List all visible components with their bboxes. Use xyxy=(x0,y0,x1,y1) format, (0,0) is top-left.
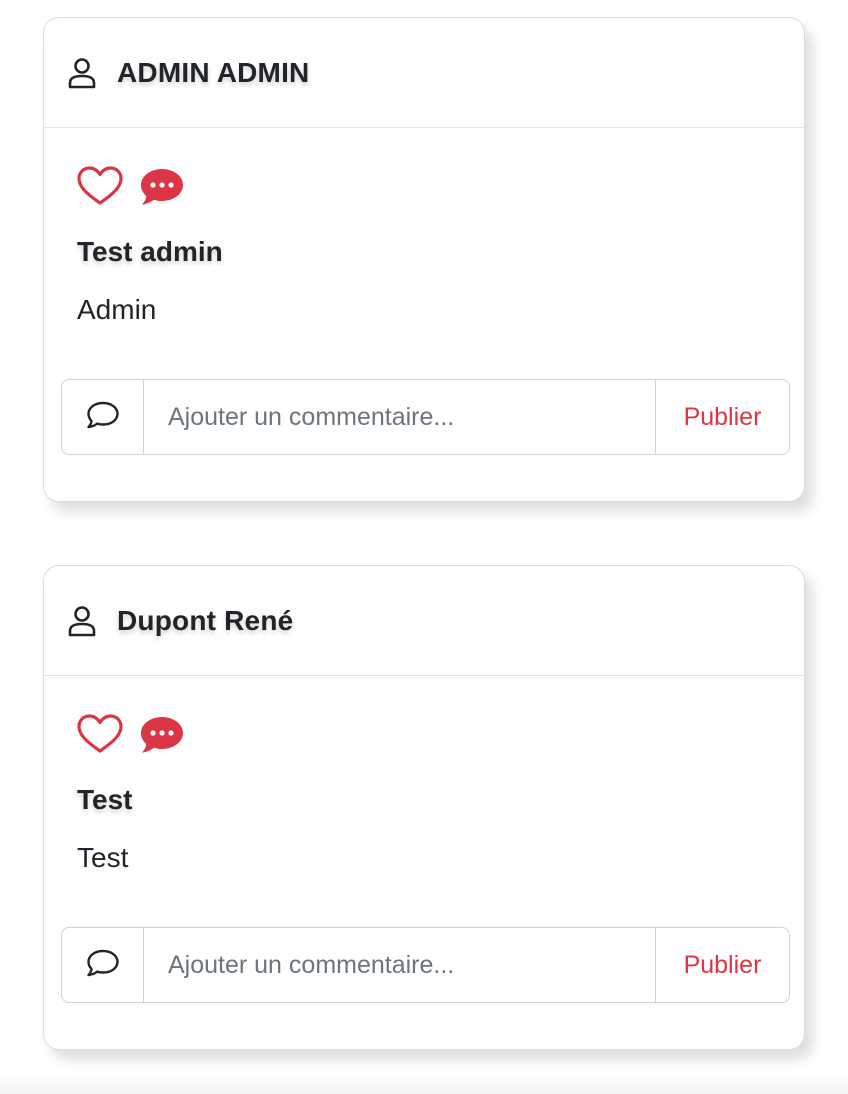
author-name: Dupont René xyxy=(117,604,294,636)
post-header: ADMIN ADMIN xyxy=(44,18,804,128)
post-title: Test admin xyxy=(77,236,223,267)
chat-outline-icon xyxy=(86,948,120,983)
post-text: Test xyxy=(77,842,129,873)
publish-button[interactable]: Publier xyxy=(655,379,790,455)
post-body: Test Test xyxy=(44,676,804,876)
post-card: ADMIN ADMIN Test admin Admin Ajouter un … xyxy=(43,17,805,502)
post-title: Test xyxy=(77,784,133,815)
comment-form: Publier xyxy=(61,379,790,455)
post-header: Dupont René xyxy=(44,566,804,676)
person-icon xyxy=(68,605,96,637)
chat-dots-fill-icon[interactable] xyxy=(139,714,185,754)
author-name: ADMIN ADMIN xyxy=(117,56,310,88)
post-body: Test admin Admin xyxy=(44,128,804,328)
comment-input[interactable] xyxy=(144,927,655,1003)
post-text: Admin xyxy=(77,294,157,325)
page-bottom-edge xyxy=(0,1074,848,1094)
post-actions xyxy=(77,164,772,208)
comment-form: Publier xyxy=(61,927,790,1003)
heart-outline-icon[interactable] xyxy=(77,166,123,206)
person-icon xyxy=(68,57,96,89)
comment-input[interactable] xyxy=(144,379,655,455)
comment-icon-addon xyxy=(61,927,144,1003)
post-actions xyxy=(77,712,772,756)
heart-outline-icon[interactable] xyxy=(77,714,123,754)
chat-outline-icon xyxy=(86,400,120,435)
chat-dots-fill-icon[interactable] xyxy=(139,166,185,206)
publish-button[interactable]: Publier xyxy=(655,927,790,1003)
post-card: Dupont René Test Test Ajouter un comment… xyxy=(43,565,805,1050)
comment-icon-addon xyxy=(61,379,144,455)
